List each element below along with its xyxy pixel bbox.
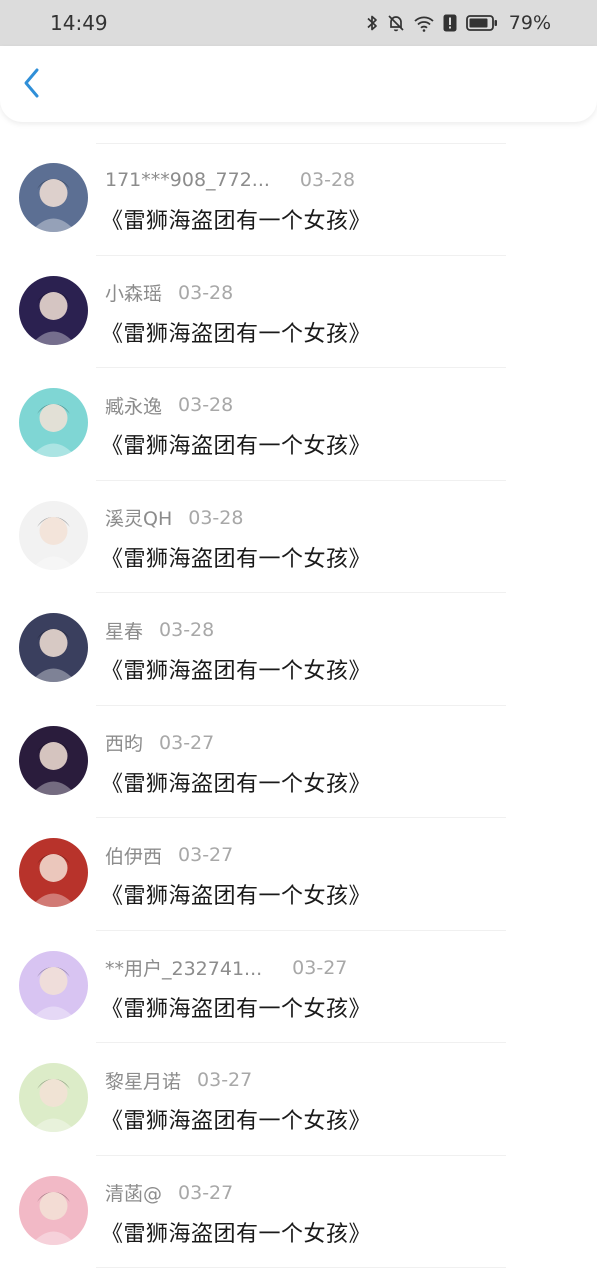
battery-percent: 79% bbox=[508, 12, 551, 34]
reader-name[interactable]: 臧永逸 bbox=[105, 392, 162, 419]
avatar[interactable] bbox=[19, 1063, 88, 1132]
reader-meta: **用户_232741... 03-27 bbox=[105, 954, 348, 981]
read-date: 03-27 bbox=[159, 731, 215, 754]
battery-icon bbox=[465, 14, 498, 32]
reader-name[interactable]: 清菡@ bbox=[105, 1179, 162, 1206]
list-item[interactable]: 西昀 03-27 《雷狮海盗团有一个女孩》 bbox=[0, 706, 597, 818]
reader-meta: 西昀 03-27 bbox=[105, 729, 215, 756]
nav-bar bbox=[0, 46, 597, 122]
book-title[interactable]: 《雷狮海盗团有一个女孩》 bbox=[101, 1216, 371, 1248]
book-title[interactable]: 《雷狮海盗团有一个女孩》 bbox=[101, 766, 371, 798]
reader-meta: 溪灵QH 03-28 bbox=[105, 504, 244, 531]
book-title[interactable]: 《雷狮海盗团有一个女孩》 bbox=[101, 428, 371, 460]
reader-name[interactable]: 黎星月诺 bbox=[105, 1067, 181, 1094]
reader-meta: 伯伊西 03-27 bbox=[105, 842, 234, 869]
book-title[interactable]: 《雷狮海盗团有一个女孩》 bbox=[101, 1103, 371, 1135]
read-date: 03-27 bbox=[178, 1181, 234, 1204]
reader-meta: 臧永逸 03-28 bbox=[105, 392, 234, 419]
avatar[interactable] bbox=[19, 500, 88, 570]
list-item[interactable]: 伯伊西 03-27 《雷狮海盗团有一个女孩》 bbox=[0, 818, 597, 931]
list-item[interactable]: 清菡@ 03-27 《雷狮海盗团有一个女孩》 bbox=[0, 1156, 597, 1268]
read-date: 03-28 bbox=[299, 169, 356, 191]
reader-name[interactable]: 171***908_772... bbox=[105, 169, 270, 191]
list-item[interactable]: 溪灵QH 03-28 《雷狮海盗团有一个女孩》 bbox=[0, 481, 597, 593]
back-button[interactable] bbox=[14, 66, 50, 104]
avatar[interactable] bbox=[19, 613, 88, 682]
read-date: 03-28 bbox=[178, 281, 234, 304]
book-title[interactable]: 《雷狮海盗团有一个女孩》 bbox=[101, 316, 371, 348]
avatar[interactable] bbox=[19, 388, 88, 457]
reader-name[interactable]: 溪灵QH bbox=[105, 504, 172, 531]
status-icons: 79% bbox=[366, 12, 551, 34]
read-date: 03-28 bbox=[188, 506, 244, 529]
list-item[interactable]: 黎星月诺 03-27 《雷狮海盗团有一个女孩》 bbox=[0, 1043, 597, 1156]
book-title[interactable]: 《雷狮海盗团有一个女孩》 bbox=[101, 653, 371, 685]
reader-meta: 黎星月诺 03-27 bbox=[105, 1067, 253, 1094]
status-time: 14:49 bbox=[50, 11, 108, 35]
read-date: 03-27 bbox=[292, 956, 348, 979]
bluetooth-icon bbox=[366, 14, 378, 32]
reader-meta: 星春 03-28 bbox=[105, 617, 215, 644]
avatar[interactable] bbox=[19, 163, 88, 232]
book-title[interactable]: 《雷狮海盗团有一个女孩》 bbox=[101, 541, 371, 573]
avatar[interactable] bbox=[19, 838, 88, 907]
read-date: 03-27 bbox=[197, 1069, 253, 1091]
chevron-left-icon bbox=[22, 67, 42, 103]
divider bbox=[96, 1267, 506, 1268]
read-date: 03-27 bbox=[178, 844, 234, 866]
alert-icon bbox=[443, 14, 457, 32]
book-title[interactable]: 《雷狮海盗团有一个女孩》 bbox=[101, 878, 371, 910]
book-title[interactable]: 《雷狮海盗团有一个女孩》 bbox=[101, 203, 371, 235]
reader-name[interactable]: 伯伊西 bbox=[105, 842, 162, 869]
list-item[interactable]: 171***908_772... 03-28 《雷狮海盗团有一个女孩》 bbox=[0, 143, 597, 256]
read-date: 03-28 bbox=[178, 394, 234, 416]
reader-name[interactable]: 星春 bbox=[105, 617, 143, 644]
reader-meta: 小森瑶 03-28 bbox=[105, 279, 234, 306]
avatar[interactable] bbox=[19, 1175, 88, 1245]
list-item[interactable]: 星春 03-28 《雷狮海盗团有一个女孩》 bbox=[0, 593, 597, 706]
reader-meta: 171***908_772... 03-28 bbox=[105, 168, 355, 192]
status-bar: 14:49 79% bbox=[0, 0, 597, 46]
wifi-icon bbox=[414, 15, 434, 32]
reader-name[interactable]: 西昀 bbox=[105, 729, 143, 756]
read-date: 03-28 bbox=[159, 619, 215, 641]
list-item[interactable]: 臧永逸 03-28 《雷狮海盗团有一个女孩》 bbox=[0, 368, 597, 481]
bell-muted-icon bbox=[387, 14, 405, 32]
avatar[interactable] bbox=[19, 275, 88, 345]
reader-name[interactable]: **用户_232741... bbox=[105, 954, 262, 981]
avatar[interactable] bbox=[19, 725, 88, 795]
book-title[interactable]: 《雷狮海盗团有一个女孩》 bbox=[101, 991, 371, 1023]
reader-name[interactable]: 小森瑶 bbox=[105, 279, 162, 306]
list-item[interactable]: **用户_232741... 03-27 《雷狮海盗团有一个女孩》 bbox=[0, 931, 597, 1043]
avatar[interactable] bbox=[19, 950, 88, 1020]
list-item[interactable]: 小森瑶 03-28 《雷狮海盗团有一个女孩》 bbox=[0, 256, 597, 368]
reader-meta: 清菡@ 03-27 bbox=[105, 1179, 234, 1206]
